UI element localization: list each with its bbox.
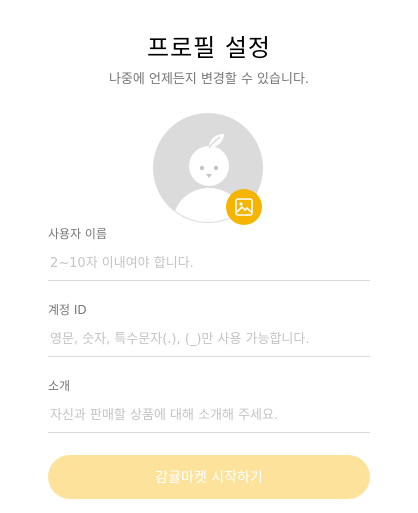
intro-input[interactable] [48,407,370,433]
account-id-label: 계정 ID [48,303,87,317]
account-id-field-group: 계정 ID [48,301,370,357]
start-market-button[interactable]: 감귤마켓 시작하기 [48,455,370,499]
username-field-group: 사용자 이름 [48,225,370,281]
username-input[interactable] [48,255,370,281]
profile-image-section [153,113,263,225]
image-upload-button[interactable] [226,189,262,225]
intro-label: 소개 [48,379,71,393]
page-subtitle: 나중에 언제든지 변경할 수 있습니다. [108,72,310,87]
account-id-input[interactable] [48,331,370,357]
page-title: 프로필 설정 [146,34,272,62]
image-upload-icon [235,198,253,216]
username-label: 사용자 이름 [48,227,108,241]
intro-field-group: 소개 [48,377,370,433]
